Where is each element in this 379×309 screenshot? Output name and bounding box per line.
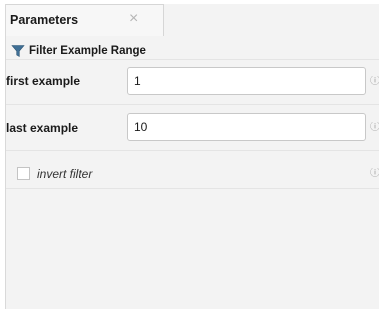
info-icon[interactable]: ⓘ xyxy=(370,76,379,87)
divider xyxy=(6,188,379,189)
param-label-last-example: last example xyxy=(6,121,79,135)
operator-title-text: Filter Example Range xyxy=(29,45,146,57)
tab-label: Parameters xyxy=(10,13,79,27)
param-row-invert-filter: invert filter ⓘ xyxy=(6,150,379,193)
param-row-first-example: first example ⓘ xyxy=(6,59,379,102)
info-icon[interactable]: ⓘ xyxy=(370,122,379,133)
info-icon[interactable]: ⓘ xyxy=(370,168,379,179)
operator-title: Filter Example Range xyxy=(11,42,146,60)
last-example-field[interactable] xyxy=(127,113,366,141)
first-example-field[interactable] xyxy=(127,67,366,95)
close-icon[interactable]: × xyxy=(129,10,138,28)
invert-filter-checkbox[interactable] xyxy=(17,167,30,180)
filter-icon xyxy=(11,45,25,58)
param-label-first-example: first example xyxy=(6,74,81,88)
param-row-last-example: last example ⓘ xyxy=(6,104,379,147)
tab-bar: Parameters × xyxy=(6,4,379,36)
invert-filter-label: invert filter xyxy=(37,167,93,181)
tab-parameters[interactable]: Parameters × xyxy=(6,4,164,36)
parameters-panel: Parameters × Filter Example Range first … xyxy=(5,4,379,309)
